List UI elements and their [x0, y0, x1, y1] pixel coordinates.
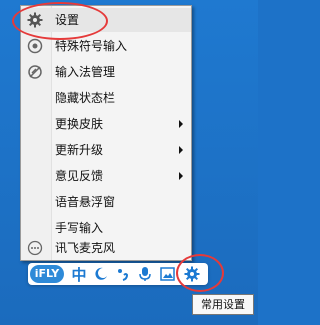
image-icon	[159, 267, 175, 281]
punctuation-button[interactable]	[114, 264, 132, 284]
menu-item-update[interactable]: 更新升级	[21, 138, 191, 162]
image-input-button[interactable]	[158, 264, 176, 284]
chinese-mode-button[interactable]: 中	[70, 264, 88, 284]
highlight-circle-gear	[176, 254, 224, 292]
mode-label: 中	[71, 265, 87, 284]
menu-item-change-skin[interactable]: 更换皮肤	[21, 112, 191, 136]
menu-item-feedback[interactable]: 意见反馈	[21, 164, 191, 188]
ifly-logo[interactable]: iFLY	[30, 265, 64, 283]
menu-item-label: 隐藏状态栏	[55, 91, 116, 105]
menu-item-label: 更换皮肤	[55, 117, 104, 131]
submenu-arrow-icon	[179, 172, 183, 180]
submenu-arrow-icon	[179, 120, 183, 128]
menu-item-hide-status-bar[interactable]: 隐藏状态栏	[21, 86, 191, 110]
punctuation-icon	[118, 269, 129, 281]
half-width-button[interactable]	[92, 264, 110, 284]
half-width-moon-icon	[95, 267, 107, 280]
menu-item-label: 讯飞麦克风	[55, 241, 116, 255]
menu-item-ifly-mic[interactable]: 讯飞麦克风	[21, 236, 191, 260]
voice-input-button[interactable]	[136, 264, 154, 284]
menu-item-label: 特殊符号输入	[55, 39, 128, 53]
menu-item-ime-management[interactable]: 输入法管理	[21, 60, 191, 84]
menu-item-label: 更新升级	[55, 143, 104, 157]
highlight-circle-settings	[12, 2, 108, 40]
menu-item-voice-float[interactable]: 语音悬浮窗	[21, 190, 191, 214]
submenu-arrow-icon	[179, 146, 183, 154]
menu-item-label: 语音悬浮窗	[55, 195, 116, 209]
manage-icon	[27, 64, 43, 80]
tooltip: 常用设置	[192, 294, 254, 315]
more-icon	[27, 240, 43, 256]
menu-item-label: 手写输入	[55, 221, 104, 235]
microphone-icon	[139, 267, 151, 281]
context-menu: 设置 特殊符号输入 输入法管理 隐藏状态栏 更换皮肤 更新升级 意见反馈 语音悬…	[20, 5, 192, 261]
special-symbol-icon	[27, 38, 43, 54]
menu-item-label: 输入法管理	[55, 65, 116, 79]
menu-item-label: 意见反馈	[55, 169, 104, 183]
